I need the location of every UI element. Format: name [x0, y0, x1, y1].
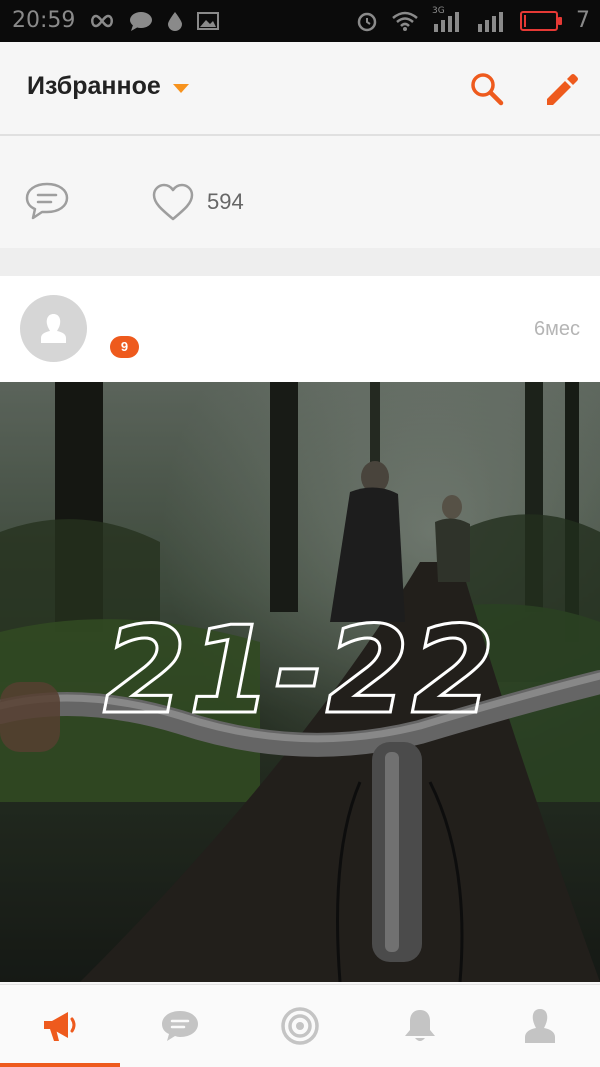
- battery-icon: [520, 10, 562, 31]
- like-count: 594: [207, 189, 244, 214]
- nav-feed[interactable]: [0, 985, 120, 1067]
- avatar[interactable]: [20, 295, 87, 362]
- status-bar: 20:59 3G 7: [0, 0, 600, 42]
- comment-icon[interactable]: [24, 181, 70, 221]
- post-header: 9 6мес: [0, 276, 600, 382]
- post-image[interactable]: 21-22: [0, 382, 600, 982]
- previous-post-actions: 594: [0, 136, 600, 248]
- bottom-navigation: [0, 984, 600, 1067]
- dropdown-caret-icon: [172, 83, 189, 93]
- feed-divider: [0, 248, 600, 276]
- profile-icon: [525, 1009, 555, 1043]
- discussions-target-icon: [281, 1007, 319, 1045]
- page-title: Избранное: [27, 72, 161, 100]
- feed-selector[interactable]: Избранное: [27, 72, 189, 101]
- edit-pencil-icon[interactable]: [543, 72, 579, 108]
- battery-level: 7: [576, 8, 590, 33]
- signal-3g-icon: 3G: [432, 6, 462, 32]
- image-caption-text: 21-22: [102, 601, 497, 743]
- post-time: 6мес: [534, 318, 580, 340]
- like-button[interactable]: 594: [151, 183, 244, 221]
- signal-icon: [478, 11, 503, 32]
- default-avatar-icon: [41, 314, 66, 343]
- wifi-icon: [392, 11, 418, 31]
- status-time: 20:59: [12, 8, 76, 33]
- megaphone-icon: [44, 1012, 76, 1041]
- search-icon[interactable]: [470, 72, 504, 106]
- notifications-bell-icon: [405, 1010, 435, 1041]
- image-icon: [197, 11, 220, 30]
- heart-icon: [152, 183, 194, 221]
- app-toolbar: Избранное: [0, 42, 600, 136]
- nav-discussions[interactable]: [240, 985, 360, 1067]
- nav-messages[interactable]: [120, 985, 240, 1067]
- notification-count-badge: 9: [110, 336, 139, 358]
- nav-notifications[interactable]: [360, 985, 480, 1067]
- messages-icon: [162, 1011, 198, 1041]
- chat-bubble-icon: [130, 11, 153, 31]
- infinity-icon: [91, 14, 114, 27]
- nav-profile[interactable]: [480, 985, 600, 1067]
- alarm-icon: [357, 12, 377, 31]
- drop-icon: [168, 11, 183, 31]
